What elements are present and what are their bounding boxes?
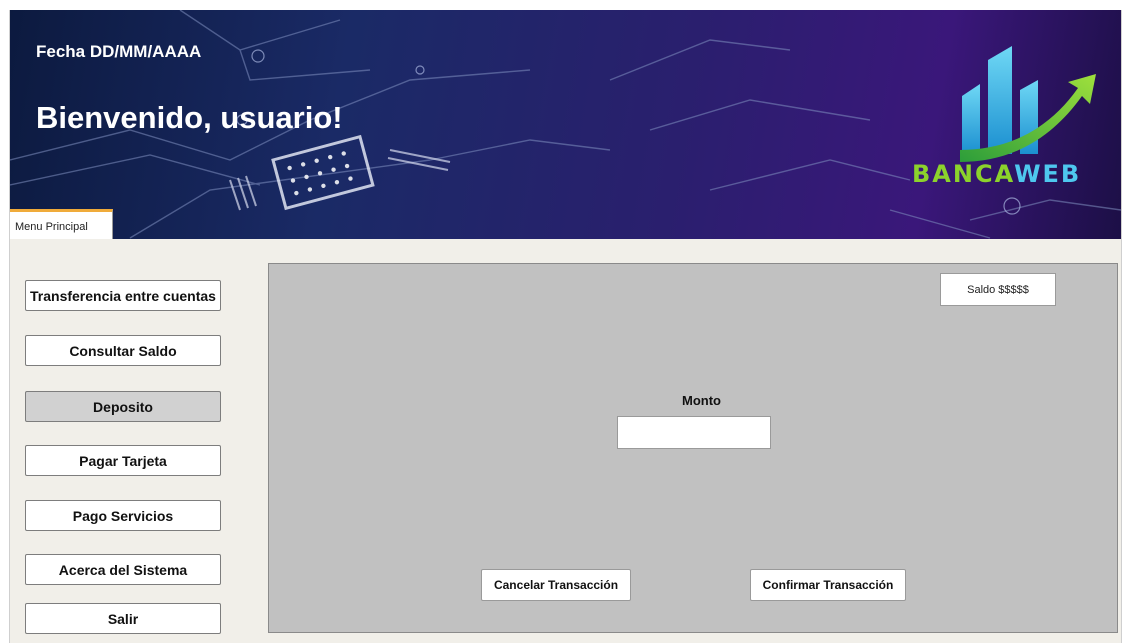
deposit-panel: Saldo $$$$$ Monto Cancelar Transacción C… <box>268 263 1118 633</box>
bancaweb-logo-icon <box>960 46 1096 162</box>
date-label: Fecha DD/MM/AAAA <box>36 42 202 61</box>
header-banner: Fecha DD/MM/AAAA Bienvenido, usuario! BA… <box>10 10 1121 239</box>
welcome-title: Bienvenido, usuario! <box>36 100 343 135</box>
sidebar-item-pago-servicios[interactable]: Pago Servicios <box>25 500 221 531</box>
brand-name-part2: WEB <box>1014 160 1082 188</box>
sidebar-item-acerca-del-sistema[interactable]: Acerca del Sistema <box>25 554 221 585</box>
app-window: Fecha DD/MM/AAAA Bienvenido, usuario! BA… <box>9 10 1122 643</box>
sidebar-item-transferencia[interactable]: Transferencia entre cuentas <box>25 280 221 311</box>
brand-name: BANCAWEB <box>912 160 1081 188</box>
brand-name-part1: BANCA <box>912 160 1015 188</box>
amount-label: Monto <box>682 393 721 408</box>
sidebar-item-salir[interactable]: Salir <box>25 603 221 634</box>
confirm-transaction-button[interactable]: Confirmar Transacción <box>750 569 906 601</box>
balance-display: Saldo $$$$$ <box>940 273 1056 306</box>
cancel-transaction-button[interactable]: Cancelar Transacción <box>481 569 631 601</box>
amount-input[interactable] <box>617 416 771 449</box>
tab-menu-principal[interactable]: Menu Principal <box>10 209 113 239</box>
sidebar-item-deposito[interactable]: Deposito <box>25 391 221 422</box>
sidebar-item-pagar-tarjeta[interactable]: Pagar Tarjeta <box>25 445 221 476</box>
sidebar: Transferencia entre cuentas Consultar Sa… <box>10 239 245 643</box>
sidebar-item-consultar-saldo[interactable]: Consultar Saldo <box>25 335 221 366</box>
